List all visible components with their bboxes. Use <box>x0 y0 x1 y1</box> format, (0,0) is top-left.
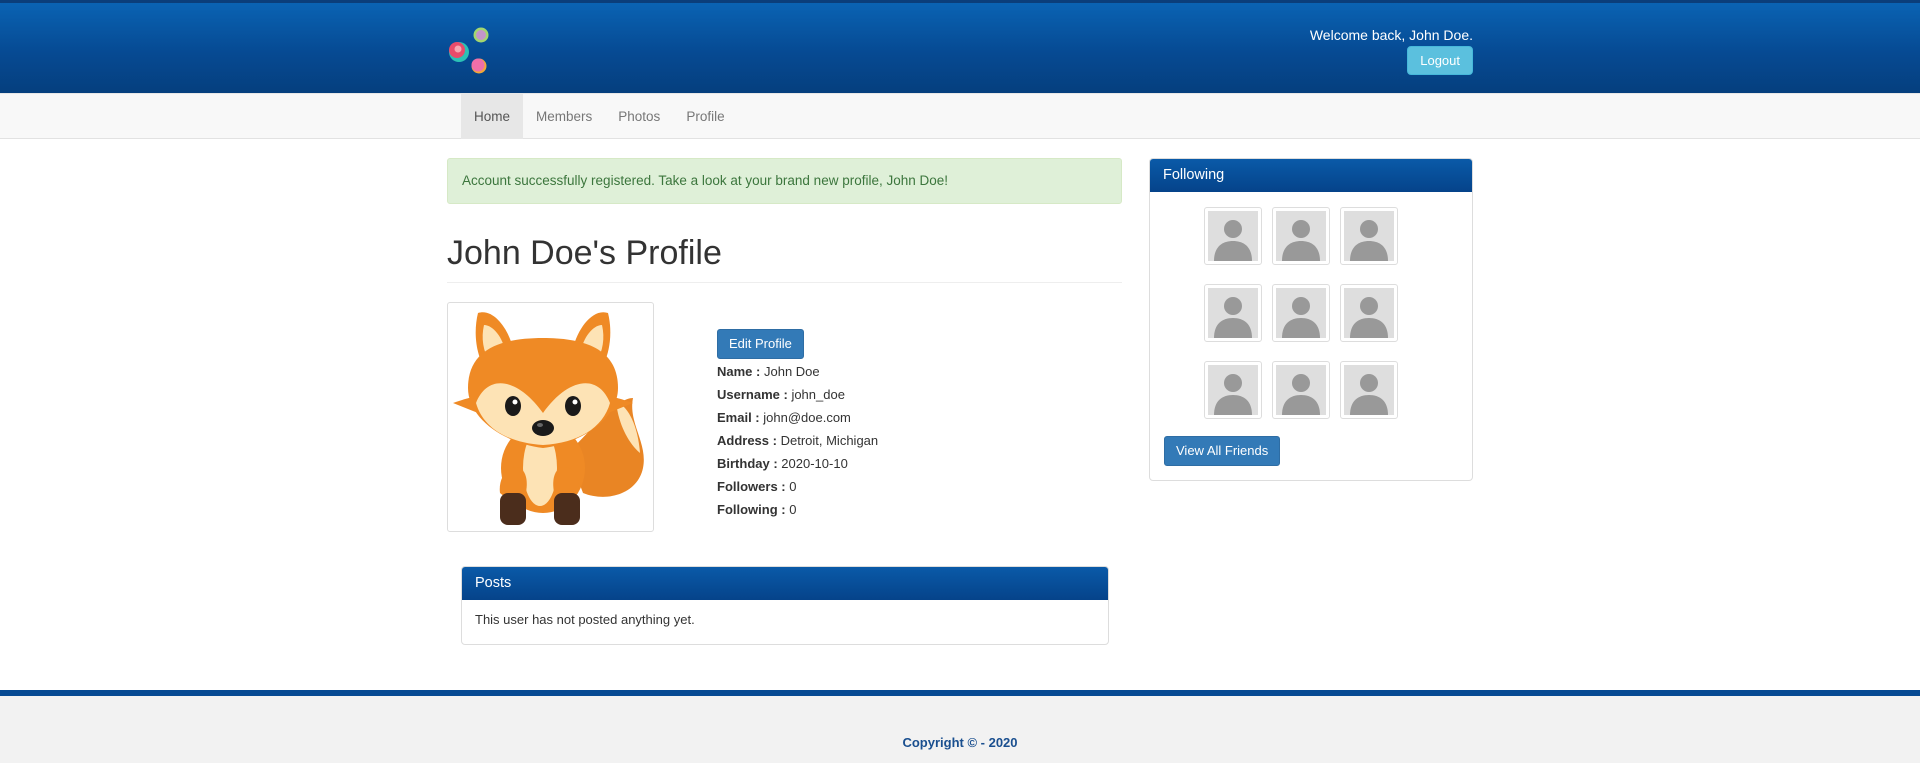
following-panel: Following View All Friends <box>1149 158 1473 481</box>
friend-thumbnail[interactable] <box>1272 207 1330 265</box>
page-footer: Copyright © - 2020 <box>0 690 1920 763</box>
profile-field-followers: Followers : 0 <box>717 479 797 494</box>
logout-button[interactable]: Logout <box>1407 46 1473 75</box>
friend-thumbnail[interactable] <box>1340 284 1398 342</box>
fox-avatar-icon <box>453 312 644 525</box>
user-placeholder-icon <box>1276 211 1326 261</box>
friend-thumbnail[interactable] <box>1340 207 1398 265</box>
friend-thumbnail[interactable] <box>1272 361 1330 419</box>
posts-empty-message: This user has not posted anything yet. <box>475 612 695 627</box>
profile-avatar <box>447 302 654 532</box>
user-placeholder-icon <box>1276 288 1326 338</box>
nav-item-profile[interactable]: Profile <box>673 94 737 139</box>
copyright-text: Copyright © - 2020 <box>902 735 1018 750</box>
title-divider <box>447 282 1122 283</box>
profile-field-address: Address : Detroit, Michigan <box>717 433 879 448</box>
friend-thumbnail[interactable] <box>1204 207 1262 265</box>
profile-field-birthday: Birthday : 2020-10-10 <box>717 456 848 471</box>
posts-panel-heading: Posts <box>462 567 1108 600</box>
posts-panel: Posts This user has not posted anything … <box>461 566 1109 645</box>
friend-thumbnail[interactable] <box>1204 361 1262 419</box>
user-placeholder-icon <box>1344 211 1394 261</box>
profile-field-name: Name : John Doe <box>717 364 820 379</box>
user-placeholder-icon <box>1208 288 1258 338</box>
nav-menu: Home Members Photos Profile <box>461 94 738 139</box>
friend-thumbnail[interactable] <box>1272 284 1330 342</box>
success-alert: Account successfully registered. Take a … <box>447 158 1122 204</box>
friend-thumbnail[interactable] <box>1204 284 1262 342</box>
main-navbar: Home Members Photos Profile <box>0 93 1920 139</box>
nav-item-members[interactable]: Members <box>523 94 605 139</box>
following-panel-heading: Following <box>1150 159 1472 192</box>
top-header: Welcome back, John Doe. Logout <box>0 0 1920 93</box>
page-title: John Doe's Profile <box>447 234 722 272</box>
profile-field-following: Following : 0 <box>717 502 797 517</box>
profile-info-list: Name : John Doe Username : john_doe Emai… <box>717 360 878 521</box>
user-placeholder-icon <box>1344 365 1394 415</box>
edit-profile-button[interactable]: Edit Profile <box>717 329 804 359</box>
profile-field-email: Email : john@doe.com <box>717 410 851 425</box>
welcome-message: Welcome back, John Doe. <box>1309 27 1473 43</box>
friends-grid <box>1204 207 1418 419</box>
user-placeholder-icon <box>1276 365 1326 415</box>
friend-thumbnail[interactable] <box>1340 361 1398 419</box>
user-placeholder-icon <box>1208 365 1258 415</box>
user-placeholder-icon <box>1344 288 1394 338</box>
profile-field-username: Username : john_doe <box>717 387 845 402</box>
nav-item-photos[interactable]: Photos <box>605 94 673 139</box>
brand-logo-icon[interactable] <box>445 23 495 78</box>
nav-item-home[interactable]: Home <box>461 94 524 139</box>
view-all-friends-button[interactable]: View All Friends <box>1164 436 1281 466</box>
user-placeholder-icon <box>1208 211 1258 261</box>
